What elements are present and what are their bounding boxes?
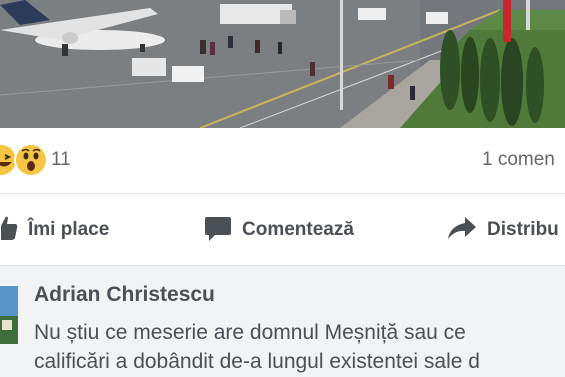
- share-label: Distribu: [487, 219, 559, 240]
- thumbs-up-icon: [0, 215, 18, 246]
- comment-button[interactable]: Comentează: [204, 215, 354, 245]
- comment-count[interactable]: 1 comen: [482, 149, 555, 171]
- comment-bubble-icon: [204, 214, 232, 247]
- avatar[interactable]: [0, 286, 18, 344]
- like-label: Îmi place: [28, 219, 110, 240]
- comment-text: Nu știu ce meserie are domnul Meșniță sa…: [34, 318, 480, 376]
- share-arrow-icon: [447, 216, 477, 245]
- airport-photo-illustration: [0, 0, 565, 128]
- share-button[interactable]: Distribu: [447, 215, 559, 245]
- comment-line-1: Nu știu ce meserie are domnul Meșniță sa…: [34, 321, 466, 344]
- comments-section: Adrian Christescu Nu știu ce meserie are…: [0, 265, 565, 377]
- post-photo[interactable]: [0, 0, 565, 128]
- comment-label: Comentează: [242, 219, 354, 240]
- comment-line-2: calificări a dobândit de-a lungul existe…: [34, 350, 480, 373]
- post-actions: Îmi place Comentează Distribu: [0, 195, 565, 265]
- like-button[interactable]: Îmi place: [0, 215, 109, 245]
- reaction-count[interactable]: 11: [51, 149, 71, 171]
- wow-emoji-icon[interactable]: [16, 145, 46, 175]
- comment-author[interactable]: Adrian Christescu: [34, 283, 215, 307]
- reactions-bar: 11 1 comen: [0, 128, 565, 194]
- haha-emoji-icon[interactable]: [0, 145, 16, 175]
